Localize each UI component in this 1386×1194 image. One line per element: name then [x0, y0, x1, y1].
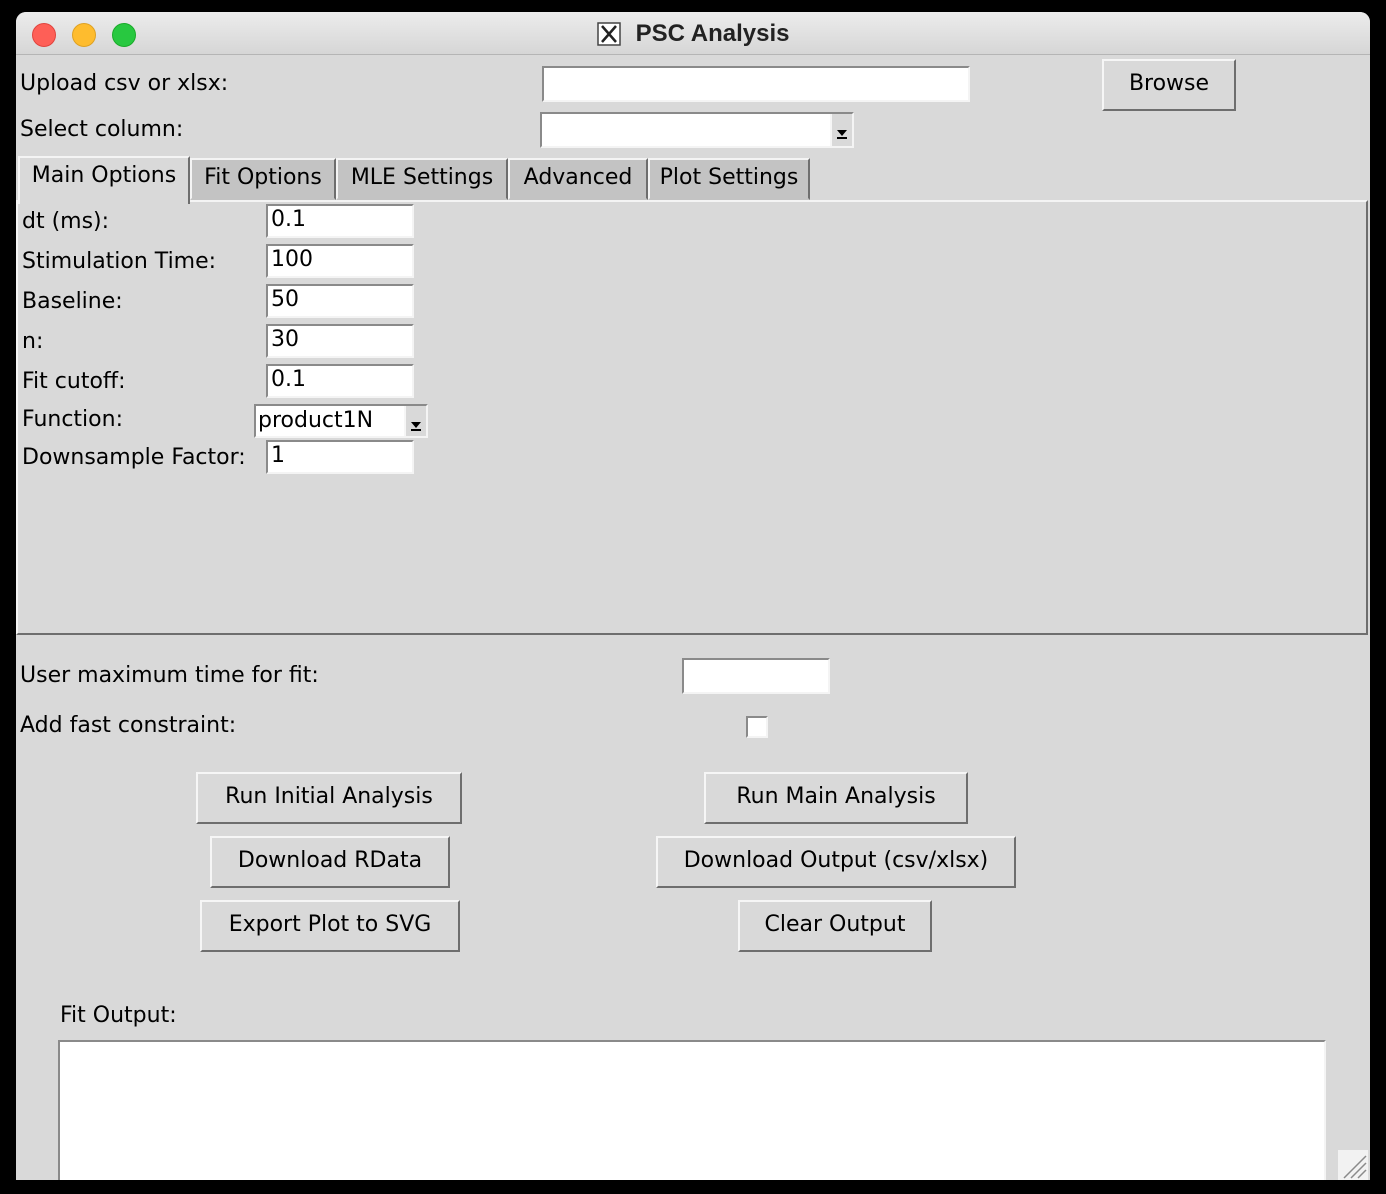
- tab-panel-main-options: [16, 200, 1368, 635]
- tab-plot-settings[interactable]: Plot Settings: [648, 158, 810, 200]
- export-svg-button[interactable]: Export Plot to SVG: [200, 900, 460, 952]
- run-initial-analysis-button[interactable]: Run Initial Analysis: [196, 772, 462, 824]
- browse-button[interactable]: Browse: [1102, 59, 1236, 111]
- fit-output-label: Fit Output:: [60, 1003, 177, 1028]
- stim-time-label: Stimulation Time:: [22, 249, 217, 274]
- fit-output-textarea[interactable]: [58, 1040, 1326, 1180]
- run-main-analysis-button[interactable]: Run Main Analysis: [704, 772, 968, 824]
- function-select-value: product1N: [258, 408, 374, 433]
- chevron-down-icon[interactable]: [404, 406, 426, 436]
- tab-advanced[interactable]: Advanced: [508, 158, 648, 200]
- fast-constraint-checkbox[interactable]: [746, 716, 768, 738]
- title-container: PSC Analysis: [16, 20, 1370, 48]
- download-rdata-button[interactable]: Download RData: [210, 836, 450, 888]
- downsample-label: Downsample Factor:: [22, 445, 246, 470]
- resize-grip-icon[interactable]: [1338, 1150, 1368, 1180]
- n-input[interactable]: 30: [266, 324, 414, 358]
- user-max-time-label: User maximum time for fit:: [20, 663, 319, 688]
- stim-time-input[interactable]: 100: [266, 244, 414, 278]
- user-max-time-input[interactable]: [682, 658, 830, 694]
- chevron-down-icon[interactable]: [830, 114, 852, 146]
- baseline-input[interactable]: 50: [266, 284, 414, 318]
- tab-main-options[interactable]: Main Options: [18, 156, 190, 204]
- tab-fit-options[interactable]: Fit Options: [190, 158, 336, 200]
- clear-output-button[interactable]: Clear Output: [738, 900, 932, 952]
- select-column-label: Select column:: [20, 117, 184, 142]
- fit-cutoff-input[interactable]: 0.1: [266, 364, 414, 398]
- title-bar[interactable]: PSC Analysis: [16, 12, 1370, 55]
- dt-label: dt (ms):: [22, 209, 110, 234]
- window-title: PSC Analysis: [635, 20, 790, 47]
- function-label: Function:: [22, 407, 123, 432]
- download-output-button[interactable]: Download Output (csv/xlsx): [656, 836, 1016, 888]
- column-select[interactable]: [540, 112, 854, 148]
- file-path-input[interactable]: [542, 66, 970, 102]
- downsample-input[interactable]: 1: [266, 440, 414, 474]
- baseline-label: Baseline:: [22, 289, 123, 314]
- x11-icon: [596, 22, 621, 46]
- n-label: n:: [22, 329, 44, 354]
- function-select[interactable]: product1N: [254, 404, 428, 438]
- fit-cutoff-label: Fit cutoff:: [22, 369, 126, 394]
- app-window: PSC Analysis Upload csv or xlsx: Browse …: [16, 12, 1370, 1180]
- fast-constraint-label: Add fast constraint:: [20, 713, 237, 738]
- upload-label: Upload csv or xlsx:: [20, 71, 229, 96]
- tab-mle-settings[interactable]: MLE Settings: [336, 158, 508, 200]
- dt-input[interactable]: 0.1: [266, 204, 414, 238]
